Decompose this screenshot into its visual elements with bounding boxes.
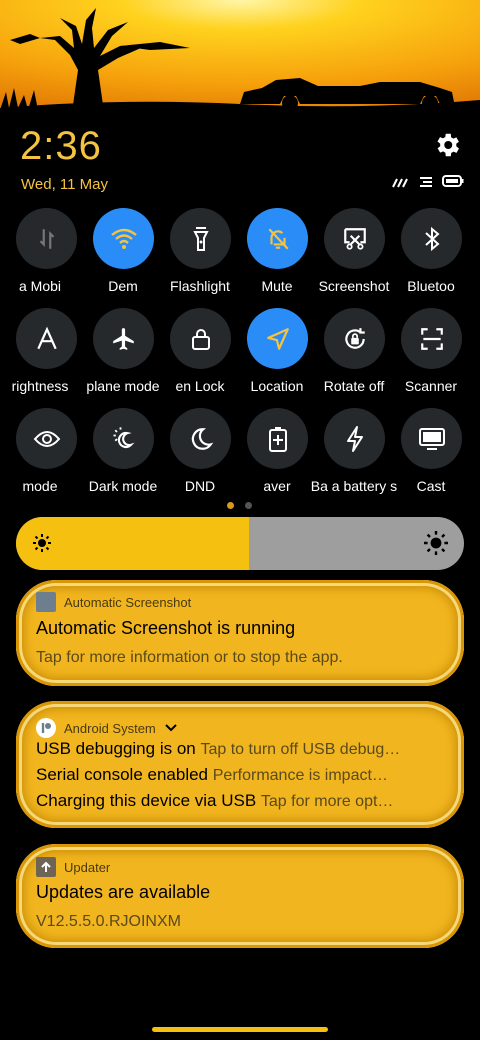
line-title: Serial console enabled <box>36 765 209 784</box>
signal-icon <box>392 175 410 193</box>
tile-auto-brightness[interactable]: rightness <box>0 306 78 402</box>
tile-label: Scanner <box>404 378 458 394</box>
tile-flashlight[interactable]: Flashlight <box>154 206 232 302</box>
ultra-battery-icon <box>324 408 385 469</box>
eye-icon <box>16 408 77 469</box>
notification-app-row: Android System <box>36 718 178 738</box>
dark-mode-icon <box>93 408 154 469</box>
wifi-icon <box>93 208 154 269</box>
mobile-data-icon <box>16 208 77 269</box>
notification-line-charging-usb: Charging this device via USB Tap for mor… <box>36 791 446 811</box>
notification-app-name: Automatic Screenshot <box>64 594 192 610</box>
notification-text: V12.5.5.0.RJOINXM <box>36 913 181 930</box>
tile-dark-mode[interactable]: Dark mode <box>77 406 157 502</box>
auto-brightness-icon <box>16 308 77 369</box>
tile-dnd[interactable]: DND <box>154 406 232 502</box>
notification-updater[interactable]: Updater Updates are available V12.5.5.0.… <box>16 844 464 948</box>
tile-location[interactable]: Location <box>231 306 309 402</box>
notification-app-row: Automatic Screenshot <box>36 592 191 612</box>
notification-title: Updates are available <box>36 882 211 902</box>
date-label[interactable]: Wed, 11 May <box>21 176 108 193</box>
notification-line-serial-console: Serial console enabled Performance is im… <box>36 765 446 785</box>
brightness-low-icon <box>32 533 52 558</box>
mute-bell-icon <box>247 208 308 269</box>
line-text: Performance is impact… <box>212 767 388 784</box>
data-icon <box>418 175 434 193</box>
cast-icon <box>401 408 462 469</box>
location-icon <box>247 308 308 369</box>
line-text: Tap to turn off USB debug… <box>200 741 401 758</box>
tile-label: rightness <box>11 378 69 394</box>
battery-icon <box>442 174 464 193</box>
notification-app-name: Updater <box>64 859 111 875</box>
line-text: Tap for more opt… <box>260 793 394 810</box>
tile-label: Bluetoo <box>407 278 455 294</box>
clock-time[interactable]: 2:36 <box>20 124 102 169</box>
lock-icon <box>170 308 231 369</box>
notification-app-row: Updater <box>36 857 110 877</box>
page-dot-active <box>227 502 234 509</box>
notification-automatic-screenshot[interactable]: Automatic Screenshot Automatic Screensho… <box>16 580 464 686</box>
screenshot-icon <box>324 208 385 269</box>
tile-screenshot[interactable]: Screenshot <box>308 206 389 302</box>
tile-label: mode <box>22 478 58 494</box>
tile-wifi[interactable]: Dem <box>77 206 155 302</box>
tile-battery-saver[interactable]: aver <box>231 406 309 502</box>
notification-title: Automatic Screenshot is running <box>36 618 296 638</box>
tile-label: Cast <box>416 478 446 494</box>
notification-app-name: Android System <box>64 720 156 736</box>
tile-lock-screen[interactable]: en Lock <box>154 306 232 402</box>
tile-scanner[interactable]: Scanner <box>385 306 463 402</box>
tile-cast[interactable]: Cast <box>385 406 463 502</box>
settings-gear-icon[interactable] <box>432 130 462 160</box>
battery-saver-icon <box>247 408 308 469</box>
notification-android-system[interactable]: Android System USB debugging is on Tap t… <box>16 701 464 828</box>
brightness-high-icon <box>424 531 448 560</box>
tile-bluetooth[interactable]: Bluetoo <box>385 206 463 302</box>
line-title: Charging this device via USB <box>36 791 257 810</box>
tile-label: a Mobi <box>18 278 62 294</box>
updater-icon <box>36 857 56 877</box>
app-square-icon <box>36 592 56 612</box>
brightness-slider[interactable] <box>16 517 464 570</box>
airplane-icon <box>93 308 154 369</box>
tile-reading-mode[interactable]: mode <box>0 406 78 502</box>
wallpaper-header <box>0 0 480 118</box>
android-system-icon <box>36 718 56 738</box>
line-title: USB debugging is on <box>36 739 196 758</box>
tile-rotate[interactable]: Rotate off <box>308 306 386 402</box>
scanner-icon <box>401 308 462 369</box>
tiles-page-indicator <box>227 502 252 509</box>
status-icons <box>392 174 464 193</box>
bluetooth-icon <box>401 208 462 269</box>
rotate-lock-icon <box>324 308 385 369</box>
tile-mute[interactable]: Mute <box>231 206 309 302</box>
notification-line-usb-debugging: USB debugging is on Tap to turn off USB … <box>36 739 446 759</box>
chevron-down-icon[interactable] <box>164 721 178 736</box>
tile-mobile-data[interactable]: a Mobi <box>0 206 78 302</box>
tile-ultra-battery-saver[interactable]: Ba a battery s <box>308 406 397 502</box>
notification-text: Tap for more information or to stop the … <box>36 649 343 666</box>
flashlight-icon <box>170 208 231 269</box>
tile-airplane-mode[interactable]: plane mode <box>77 306 160 402</box>
moon-icon <box>170 408 231 469</box>
page-dot <box>245 502 252 509</box>
home-gesture-bar[interactable] <box>152 1027 328 1032</box>
